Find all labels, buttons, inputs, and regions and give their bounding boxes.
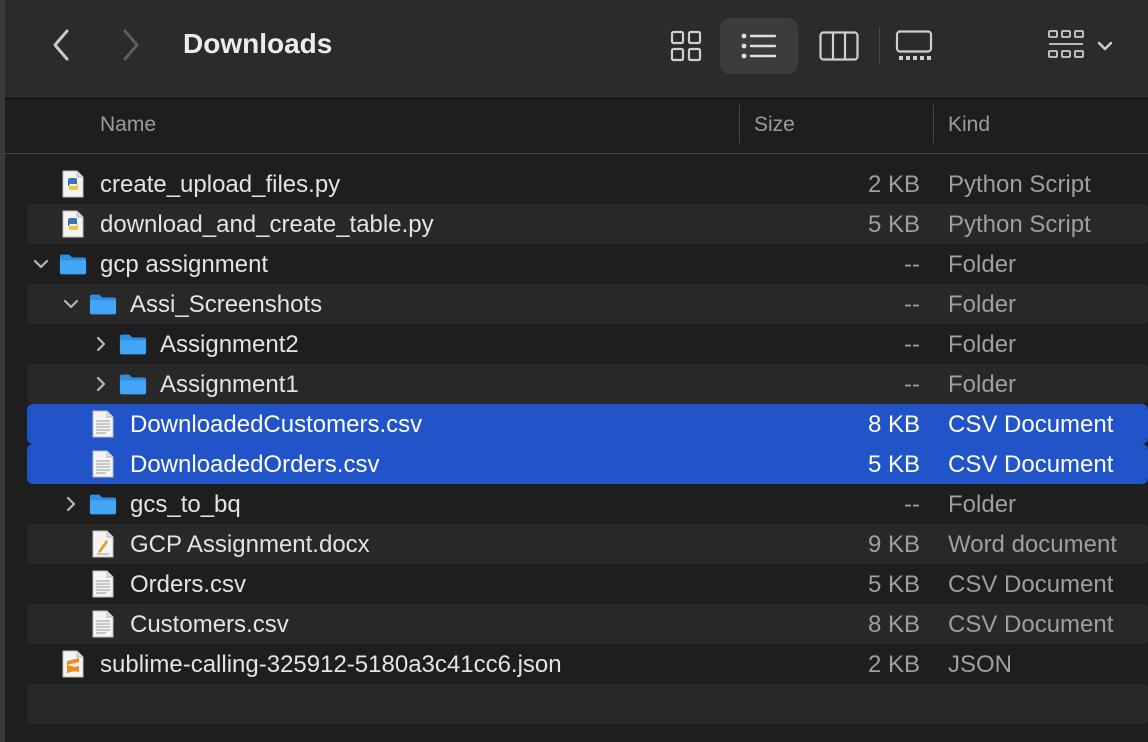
window-edge (0, 0, 5, 742)
list-icon (741, 33, 777, 59)
file-size: 8 KB (867, 411, 920, 438)
column-header: Name Size Kind (0, 99, 1148, 154)
file-size: 5 KB (867, 211, 920, 238)
python-file-icon (59, 169, 87, 199)
word-doc-icon (89, 529, 117, 559)
disclosure-collapsed-icon[interactable] (63, 492, 79, 516)
file-list: Name Size Kind create_upload_files.py 2 K… (0, 99, 1148, 742)
sublime-json-icon (59, 649, 87, 679)
chevron-left-icon (53, 29, 69, 61)
back-button[interactable] (46, 27, 76, 63)
python-file-icon (59, 209, 87, 239)
file-kind: CSV Document (948, 571, 1114, 598)
columns-icon (819, 31, 859, 61)
list-row[interactable]: DownloadedCustomers.csv 8 KB CSV Document (27, 404, 1148, 444)
file-size: -- (904, 331, 920, 358)
file-kind: Folder (948, 491, 1017, 518)
file-size: 5 KB (867, 451, 920, 478)
list-row[interactable]: sublime-calling-325912-5180a3c41cc6.json… (27, 644, 1148, 684)
folder-icon (119, 369, 147, 399)
file-kind: Folder (948, 331, 1017, 358)
file-size: -- (904, 371, 920, 398)
list-row[interactable]: download_and_create_table.py 5 KB Python S… (27, 204, 1148, 244)
file-size: 5 KB (867, 571, 920, 598)
list-row[interactable]: Orders.csv 5 KB CSV Document (27, 564, 1148, 604)
column-divider[interactable] (933, 105, 934, 143)
file-name: gcp assignment (100, 251, 269, 278)
csv-file-icon (89, 569, 117, 599)
file-kind: Python Script (948, 171, 1091, 198)
gallery-view-button[interactable] (888, 18, 940, 74)
file-name: DownloadedCustomers.csv (130, 411, 423, 438)
csv-file-icon (89, 609, 117, 639)
csv-file-icon (89, 449, 117, 479)
file-size: 2 KB (867, 651, 920, 678)
file-name: Assi_Screenshots (130, 291, 323, 318)
gallery-icon (895, 30, 933, 60)
list-row[interactable]: DownloadedOrders.csv 5 KB CSV Document (27, 444, 1148, 484)
empty-row (27, 684, 1148, 724)
file-name: Customers.csv (130, 611, 289, 638)
folder-icon (89, 289, 117, 319)
folder-icon (119, 329, 147, 359)
file-name: sublime-calling-325912-5180a3c41cc6.json (100, 651, 562, 678)
file-kind: Folder (948, 371, 1017, 398)
disclosure-collapsed-icon[interactable] (93, 332, 109, 356)
file-name: gcs_to_bq (130, 491, 241, 518)
icon-view-button[interactable] (658, 18, 714, 74)
list-view-button[interactable] (720, 18, 798, 74)
csv-file-icon (89, 409, 117, 439)
group-by-icon (1048, 30, 1084, 58)
group-by-menu[interactable] (1038, 18, 1122, 74)
file-kind: Python Script (948, 211, 1091, 238)
disclosure-expanded-icon[interactable] (33, 252, 49, 276)
list-row[interactable]: GCP Assignment.docx 9 KB Word document (27, 524, 1148, 564)
file-name: Assignment2 (160, 331, 299, 358)
file-name: create_upload_files.py (100, 171, 341, 198)
column-divider[interactable] (739, 105, 740, 143)
column-view-button[interactable] (810, 18, 868, 74)
list-row[interactable]: gcs_to_bq -- Folder (27, 484, 1148, 524)
file-size: 9 KB (867, 531, 920, 558)
file-name: Orders.csv (130, 571, 247, 598)
file-size: -- (904, 291, 920, 318)
file-name: GCP Assignment.docx (130, 531, 370, 558)
folder-icon (59, 249, 87, 279)
window-title: Downloads (183, 28, 333, 59)
file-size: 2 KB (867, 171, 920, 198)
chevron-right-icon (123, 29, 139, 61)
list-row[interactable]: gcp assignment -- Folder (27, 244, 1148, 284)
list-row[interactable]: Assignment1 -- Folder (27, 364, 1148, 404)
file-kind: Folder (948, 251, 1017, 278)
list-row[interactable]: Assignment2 -- Folder (27, 324, 1148, 364)
file-size: -- (904, 491, 920, 518)
chevron-down-icon (1097, 41, 1113, 51)
file-name: DownloadedOrders.csv (130, 451, 380, 478)
disclosure-collapsed-icon[interactable] (93, 372, 109, 396)
folder-icon (89, 489, 117, 519)
list-row[interactable]: Assi_Screenshots -- Folder (27, 284, 1148, 324)
file-kind: CSV Document (948, 411, 1114, 438)
list-row[interactable]: create_upload_files.py 2 KB Python Script (27, 164, 1148, 204)
grid-icon (670, 30, 702, 62)
file-name: Assignment1 (160, 371, 299, 398)
toolbar: Downloads (0, 0, 1148, 99)
file-kind: CSV Document (948, 611, 1114, 638)
file-size: 8 KB (867, 611, 920, 638)
size-column-header[interactable]: Size (754, 113, 795, 137)
forward-button[interactable] (116, 27, 146, 63)
file-kind: CSV Document (948, 451, 1114, 478)
kind-column-header[interactable]: Kind (948, 113, 990, 137)
toolbar-separator (879, 27, 880, 65)
file-name: download_and_create_table.py (100, 211, 434, 238)
file-kind: JSON (948, 651, 1013, 678)
name-column-header[interactable]: Name (100, 113, 156, 137)
disclosure-expanded-icon[interactable] (63, 292, 79, 316)
file-kind: Folder (948, 291, 1017, 318)
file-size: -- (904, 251, 920, 278)
list-row[interactable]: Customers.csv 8 KB CSV Document (27, 604, 1148, 644)
file-kind: Word document (948, 531, 1117, 558)
